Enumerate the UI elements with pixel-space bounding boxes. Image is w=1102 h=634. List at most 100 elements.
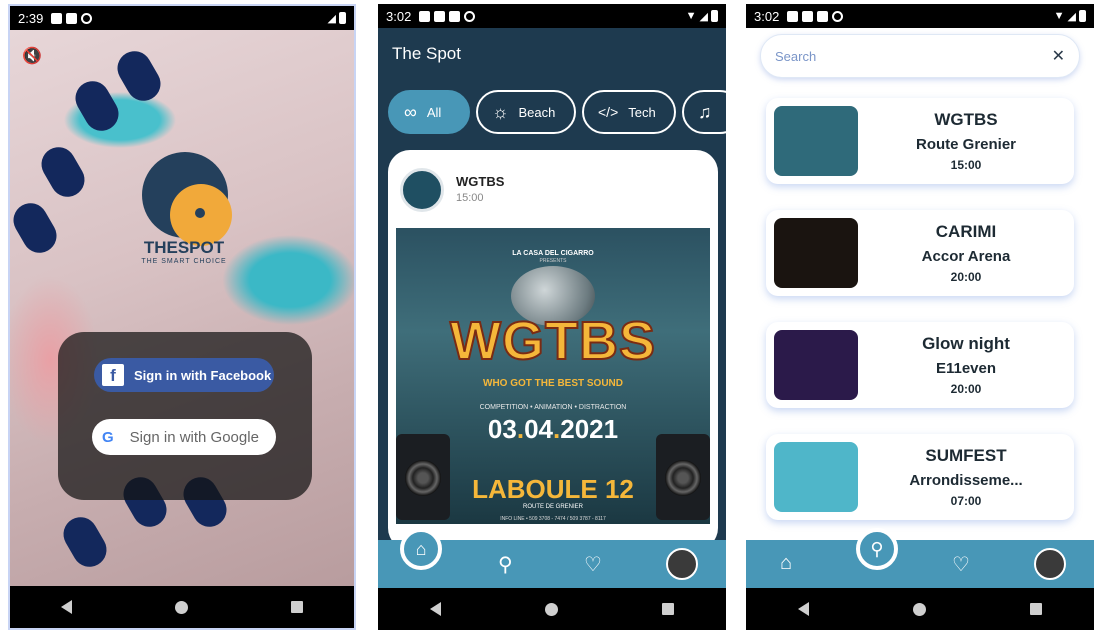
result-thumbnail: [774, 442, 858, 512]
poster-venue: LABOULE 12: [472, 474, 634, 504]
event-avatar: [400, 168, 444, 212]
event-poster[interactable]: LA CASA DEL CIGARRO PRESENTS WGTBS WHO G…: [396, 228, 710, 524]
poster-date-month: 04: [524, 414, 553, 444]
poster-date-day: 03: [487, 414, 517, 444]
poster-headline: WGTBS: [449, 310, 656, 372]
result-place: Accor Arena: [921, 248, 1011, 265]
result-name: SUMFEST: [925, 446, 1007, 465]
google-icon: G: [102, 428, 114, 446]
music-icon: ♫: [698, 101, 712, 122]
result-name: Glow night: [922, 334, 1010, 353]
mail-icon: [434, 10, 446, 22]
chip-tech[interactable]: </> Tech: [582, 90, 676, 134]
event-card[interactable]: WGTBS 15:00 LA CASA DEL CIGARRO PRESENTS…: [388, 150, 718, 550]
result-card[interactable]: SUMFEST Arrondisseme... 07:00: [766, 434, 1074, 520]
home-circle-icon[interactable]: [174, 600, 188, 614]
chip-all[interactable]: ∞ All: [388, 90, 470, 134]
search-icon[interactable]: ⚲: [498, 552, 513, 577]
code-icon: </>: [598, 104, 619, 120]
chip-music[interactable]: ♫: [682, 90, 726, 134]
search-placeholder: Search: [775, 48, 817, 64]
calendar-icon: [817, 10, 829, 22]
logo-title: THESPOT: [143, 238, 225, 257]
heart-icon[interactable]: ♡: [952, 552, 970, 577]
recents-icon[interactable]: [1030, 603, 1042, 615]
battery-icon: [1079, 10, 1086, 22]
back-icon[interactable]: [798, 602, 809, 616]
app-title: The Spot: [392, 44, 461, 63]
search-screen: 3:02 ▼ ◢ Search ✕ WGTBS Route Grenier 15…: [746, 4, 1094, 630]
notification-icons: [419, 10, 476, 22]
back-icon[interactable]: [61, 600, 73, 614]
result-thumbnail: [774, 330, 858, 400]
sync-icon: [464, 10, 476, 22]
chip-label: Beach: [518, 104, 556, 120]
wifi-icon: ▼: [685, 10, 697, 22]
result-place: Route Grenier: [915, 136, 1017, 153]
status-time: 3:02: [754, 8, 780, 24]
status-time: 3:02: [386, 8, 412, 24]
home-icon[interactable]: ⌂: [780, 552, 792, 575]
facebook-signin-button[interactable]: f Sign in with Facebook: [94, 358, 274, 392]
mail-icon: [66, 12, 78, 24]
chip-beach[interactable]: ☼ Beach: [476, 90, 576, 134]
result-name: WGTBS: [934, 110, 998, 129]
profile-avatar[interactable]: [1034, 548, 1066, 580]
system-icons: ◢: [328, 12, 346, 25]
category-chips: ∞ All ☼ Beach </> Tech ♫: [388, 90, 726, 134]
image-icon: [787, 10, 799, 22]
back-icon[interactable]: [430, 602, 441, 616]
poster-date-year: 2021: [560, 414, 619, 444]
sync-icon: [832, 10, 844, 22]
recents-icon[interactable]: [290, 601, 303, 613]
logo-dot: [195, 208, 205, 218]
result-card[interactable]: Glow night E11even 20:00: [766, 322, 1074, 408]
result-card[interactable]: WGTBS Route Grenier 15:00: [766, 98, 1074, 184]
mute-icon[interactable]: 🔇: [22, 46, 42, 66]
profile-avatar[interactable]: [666, 548, 698, 580]
search-icon[interactable]: ⚲: [856, 528, 898, 570]
chip-label: All: [426, 104, 442, 120]
image-icon: [51, 12, 63, 24]
wifi-icon: ▼: [1053, 10, 1065, 22]
system-icons: ▼ ◢: [686, 10, 718, 23]
status-bar: 2:39 ◢: [10, 6, 354, 30]
battery-icon: [339, 12, 346, 24]
battery-icon: [711, 10, 718, 22]
google-signin-button[interactable]: G Sign in with Google: [92, 419, 276, 455]
system-icons: ▼ ◢: [1054, 10, 1086, 23]
poster-route: ROUTE DE GRENIER: [522, 504, 583, 510]
notification-icons: [787, 10, 844, 22]
facebook-signin-label: Sign in with Facebook: [134, 367, 272, 383]
facebook-icon: f: [102, 364, 124, 386]
status-bar: 3:02 ▼ ◢: [378, 4, 726, 28]
home-circle-icon[interactable]: [913, 602, 926, 616]
result-thumbnail: [774, 218, 858, 288]
background-image: [10, 30, 354, 590]
google-signin-label: Sign in with Google: [129, 428, 259, 446]
poster-presenter: LA CASA DEL CIGARRO: [512, 250, 594, 257]
home-circle-icon[interactable]: [545, 602, 558, 616]
mail-icon: [802, 10, 814, 22]
result-time: 20:00: [950, 270, 982, 284]
heart-icon[interactable]: ♡: [584, 552, 602, 577]
feed-screen: 3:02 ▼ ◢ The Spot ∞ All ☼ Beach </> Tech…: [378, 4, 726, 630]
bottom-nav: ⌂ ♡: [746, 540, 1094, 588]
result-place: E11even: [935, 360, 997, 377]
home-icon[interactable]: ⌂: [400, 528, 442, 570]
poster-presents: PRESENTS: [539, 258, 567, 264]
result-time: 20:00: [950, 382, 982, 396]
poster-tagline: WHO GOT THE BEST SOUND: [483, 378, 623, 389]
image-icon: [419, 10, 431, 22]
poster-date-dot: .: [516, 414, 525, 444]
event-title: WGTBS: [456, 174, 505, 189]
result-card[interactable]: CARIMI Accor Arena 20:00: [766, 210, 1074, 296]
search-input[interactable]: Search ✕: [760, 34, 1080, 78]
recents-icon[interactable]: [662, 603, 674, 615]
sync-icon: [81, 12, 93, 24]
poster-info: INFO LINE • 509 3708 - 7474 / 509 3787 -…: [500, 516, 606, 522]
status-bar: 3:02 ▼ ◢: [746, 4, 1094, 28]
result-time: 15:00: [950, 158, 982, 172]
close-icon[interactable]: ✕: [1052, 46, 1065, 66]
notification-icons: [51, 12, 93, 24]
